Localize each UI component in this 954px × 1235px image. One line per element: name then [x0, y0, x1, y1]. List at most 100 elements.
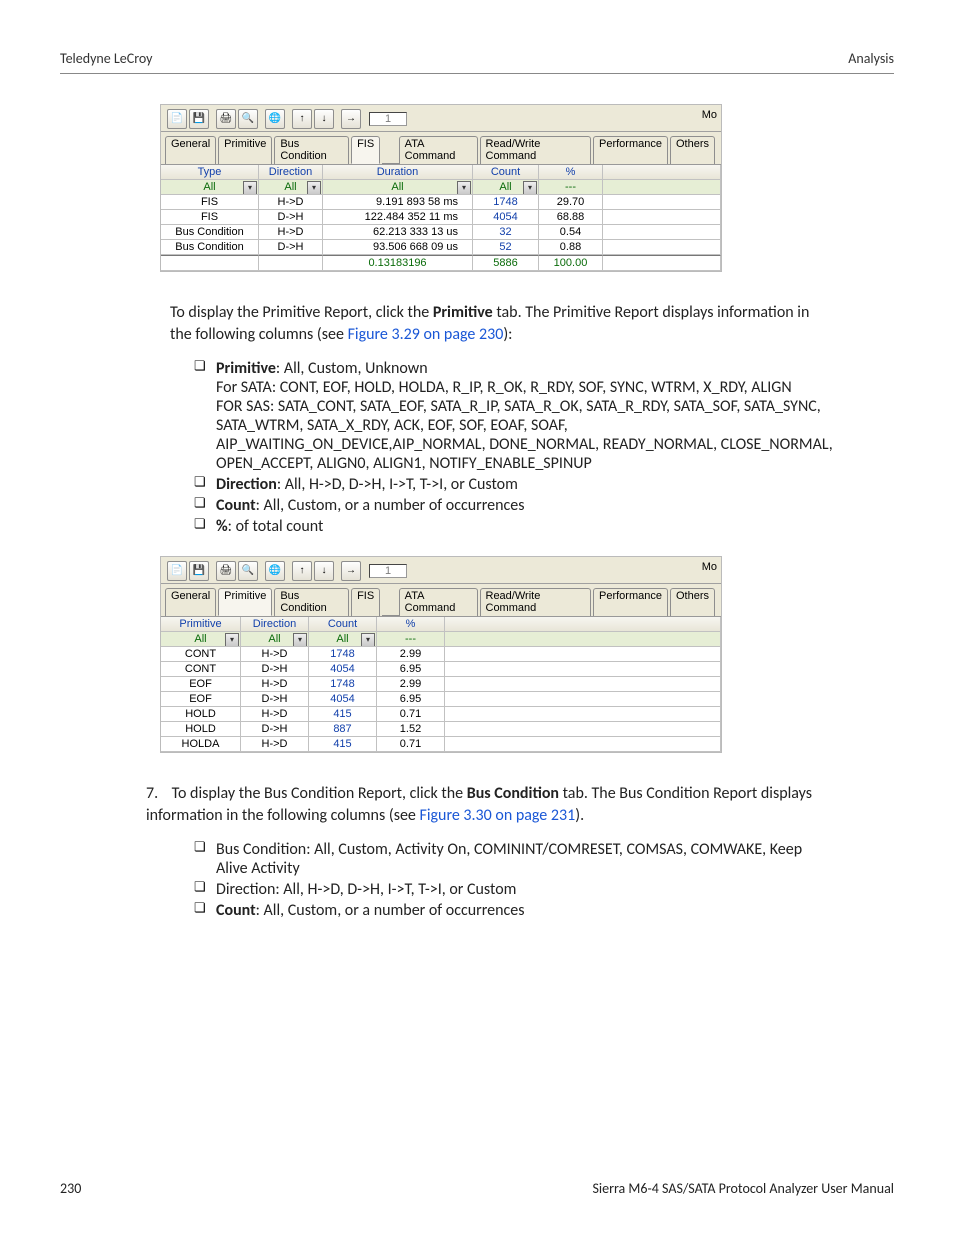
toolbar-btn-down[interactable]: ↓	[314, 109, 334, 129]
step-7: 7. To display the Bus Condition Report, …	[146, 783, 834, 826]
toolbar-btn-down[interactable]: ↓	[314, 561, 334, 581]
shot2-truncated: Mo	[702, 561, 717, 573]
table-row[interactable]: EOFH->D17482.99	[161, 677, 721, 692]
bullet-percent: %: of total count	[194, 517, 834, 536]
tab-primitive[interactable]: Primitive	[218, 588, 272, 616]
bullet-count-2: Count: All, Custom, or a number of occur…	[194, 901, 834, 920]
filter-count[interactable]: All▾	[473, 180, 539, 195]
toolbar-btn-print[interactable]: 🖨	[216, 561, 236, 581]
col-primitive[interactable]: Primitive	[161, 617, 241, 632]
chevron-down-icon[interactable]: ▾	[523, 181, 537, 195]
filter-count[interactable]: All▾	[309, 632, 377, 647]
table-row[interactable]: CONTH->D17482.99	[161, 647, 721, 662]
tab-fis[interactable]: FIS	[351, 136, 380, 164]
filter-type[interactable]: All▾	[161, 180, 259, 195]
tab-bus-condition[interactable]: Bus Condition	[274, 136, 349, 164]
screenshot-1: 📄 💾 🖨 🔍 🌐 ↑ ↓ → 1 Mo General Primitive B…	[160, 104, 722, 272]
bullet-primitive: Primitive: All, Custom, Unknown For SATA…	[194, 359, 834, 473]
shot2-grid: Primitive Direction Count % All▾ All▾ Al…	[161, 616, 721, 752]
chevron-down-icon[interactable]: ▾	[307, 181, 321, 195]
chevron-down-icon[interactable]: ▾	[243, 181, 257, 195]
tab-performance[interactable]: Performance	[593, 588, 668, 616]
tab-primitive[interactable]: Primitive	[218, 136, 272, 164]
tab-rw-command[interactable]: Read/Write Command	[480, 588, 592, 616]
bullet-bus-condition: Bus Condition: All, Custom, Activity On,…	[194, 840, 834, 878]
shot1-tabs: General Primitive Bus Condition FIS ATA …	[161, 132, 721, 164]
table-row[interactable]: CONTD->H40546.95	[161, 662, 721, 677]
tab-fis[interactable]: FIS	[351, 588, 380, 616]
bullet-list-1: Primitive: All, Custom, Unknown For SATA…	[194, 359, 834, 536]
bullet-count: Count: All, Custom, or a number of occur…	[194, 496, 834, 515]
table-row[interactable]: FISH->D9.191 893 58 ms174829.70	[161, 195, 721, 210]
toolbar-btn-1[interactable]: 📄	[167, 109, 187, 129]
shot2-toolbar: 📄 💾 🖨 🔍 🌐 ↑ ↓ → 1 Mo	[161, 557, 721, 584]
col-count[interactable]: Count	[473, 165, 539, 180]
tab-general[interactable]: General	[165, 136, 216, 164]
tab-others[interactable]: Others	[670, 588, 715, 616]
grid-header: Type Direction Duration Count %	[161, 165, 721, 180]
toolbar-btn-color[interactable]: 🌐	[265, 561, 285, 581]
toolbar-btn-2[interactable]: 💾	[189, 109, 209, 129]
table-row[interactable]: EOFD->H40546.95	[161, 692, 721, 707]
tab-others[interactable]: Others	[670, 136, 715, 164]
filter-direction[interactable]: All▾	[259, 180, 323, 195]
toolbar-page-number[interactable]: 1	[369, 564, 407, 578]
content: 📄 💾 🖨 🔍 🌐 ↑ ↓ → 1 Mo General Primitive B…	[170, 104, 834, 920]
toolbar-btn-2[interactable]: 💾	[189, 561, 209, 581]
col-type[interactable]: Type	[161, 165, 259, 180]
link-figure-3-30[interactable]: Figure 3.30 on page 231	[419, 806, 575, 825]
screenshot-2: 📄 💾 🖨 🔍 🌐 ↑ ↓ → 1 Mo General Primitive B…	[160, 556, 722, 753]
table-row[interactable]: HOLDAH->D4150.71	[161, 737, 721, 752]
chevron-down-icon[interactable]: ▾	[457, 181, 471, 195]
col-count[interactable]: Count	[309, 617, 377, 632]
bullet-direction: Direction: All, H->D, D->H, I->T, T->I, …	[194, 475, 834, 494]
paragraph-primitive: To display the Primitive Report, click t…	[170, 302, 834, 345]
toolbar-btn-1[interactable]: 📄	[167, 561, 187, 581]
col-duration[interactable]: Duration	[323, 165, 473, 180]
table-row[interactable]: HOLDD->H8871.52	[161, 722, 721, 737]
tab-performance[interactable]: Performance	[593, 136, 668, 164]
toolbar-btn-next[interactable]: →	[341, 561, 361, 581]
total-percent: 100.00	[539, 255, 603, 271]
tab-ata-command[interactable]: ATA Command	[399, 588, 478, 616]
col-direction[interactable]: Direction	[259, 165, 323, 180]
filter-percent: ---	[539, 180, 603, 195]
col-direction[interactable]: Direction	[241, 617, 309, 632]
table-row[interactable]: Bus ConditionD->H93.506 668 09 us520.88	[161, 240, 721, 255]
table-row[interactable]: HOLDH->D4150.71	[161, 707, 721, 722]
table-row[interactable]: Bus ConditionH->D62.213 333 13 us320.54	[161, 225, 721, 240]
tab-rw-command[interactable]: Read/Write Command	[480, 136, 592, 164]
toolbar-btn-preview[interactable]: 🔍	[238, 109, 258, 129]
shot1-toolbar: 📄 💾 🖨 🔍 🌐 ↑ ↓ → 1 Mo	[161, 105, 721, 132]
toolbar-btn-up[interactable]: ↑	[292, 561, 312, 581]
filter-duration[interactable]: All▾	[323, 180, 473, 195]
col-percent[interactable]: %	[377, 617, 445, 632]
link-figure-3-29[interactable]: Figure 3.29 on page 230	[348, 325, 504, 344]
chevron-down-icon[interactable]: ▾	[225, 633, 239, 647]
filter-direction[interactable]: All▾	[241, 632, 309, 647]
col-percent[interactable]: %	[539, 165, 603, 180]
toolbar-btn-color[interactable]: 🌐	[265, 109, 285, 129]
tab-ata-command[interactable]: ATA Command	[399, 136, 478, 164]
page: Teledyne LeCroy Analysis 📄 💾 🖨 🔍 🌐 ↑ ↓ →…	[0, 0, 954, 1235]
header-left: Teledyne LeCroy	[60, 50, 153, 67]
chevron-down-icon[interactable]: ▾	[361, 633, 375, 647]
toolbar-btn-preview[interactable]: 🔍	[238, 561, 258, 581]
manual-title: Sierra M6-4 SAS/SATA Protocol Analyzer U…	[592, 1180, 894, 1197]
filter-primitive[interactable]: All▾	[161, 632, 241, 647]
page-footer: 230 Sierra M6-4 SAS/SATA Protocol Analyz…	[60, 1180, 894, 1197]
page-header: Teledyne LeCroy Analysis	[60, 50, 894, 74]
shot2-tabs: General Primitive Bus Condition FIS ATA …	[161, 584, 721, 616]
chevron-down-icon[interactable]: ▾	[293, 633, 307, 647]
totals-row: 0.13183196 5886 100.00	[161, 255, 721, 271]
filter-percent: ---	[377, 632, 445, 647]
toolbar-btn-print[interactable]: 🖨	[216, 109, 236, 129]
bullet-list-2: Bus Condition: All, Custom, Activity On,…	[194, 840, 834, 920]
bullet-direction-2: Direction: All, H->D, D->H, I->T, T->I, …	[194, 880, 834, 899]
toolbar-btn-next[interactable]: →	[341, 109, 361, 129]
tab-general[interactable]: General	[165, 588, 216, 616]
toolbar-page-number[interactable]: 1	[369, 112, 407, 126]
toolbar-btn-up[interactable]: ↑	[292, 109, 312, 129]
tab-bus-condition[interactable]: Bus Condition	[274, 588, 349, 616]
table-row[interactable]: FISD->H122.484 352 11 ms405468.88	[161, 210, 721, 225]
